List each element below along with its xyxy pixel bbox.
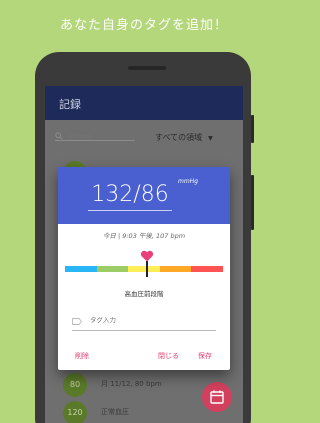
bp-category-scale xyxy=(65,266,223,272)
scale-segment xyxy=(65,266,97,272)
list-item-text: 正常血圧 xyxy=(101,408,129,416)
tag-input-row xyxy=(72,315,216,331)
app-bar: 記録 xyxy=(45,86,243,120)
heart-icon xyxy=(141,250,154,262)
app-title: 記録 xyxy=(59,98,81,111)
scale-segment xyxy=(128,266,160,272)
calendar-icon xyxy=(210,390,224,404)
reading-circle: 120 xyxy=(63,401,87,423)
close-button[interactable]: 閉じる xyxy=(158,351,179,361)
reading-circle: 80 xyxy=(63,373,87,397)
chevron-down-icon: ▼ xyxy=(208,135,213,142)
filter-bar: すべての領域 ▼ xyxy=(45,120,243,154)
scale-segment xyxy=(191,266,223,272)
tag-input[interactable] xyxy=(90,317,210,324)
blood-pressure-value[interactable]: 132/86 xyxy=(88,182,172,211)
phone-speaker xyxy=(128,66,166,70)
bp-stage-label: 高血圧前段階 xyxy=(124,290,164,298)
reading-timestamp: 今日 | 9:03 午後, 107 bpm xyxy=(102,232,186,240)
list-item-text: 月 11/12, 80 bpm xyxy=(101,380,162,388)
domain-filter-dropdown[interactable]: すべての領域 ▼ xyxy=(155,132,213,143)
scale-marker xyxy=(146,261,149,277)
scale-segment xyxy=(159,266,192,272)
delete-button[interactable]: 削除 xyxy=(75,351,89,361)
phone-volume-button xyxy=(251,175,254,230)
headline: あなた自身のタグを追加！ xyxy=(59,18,228,33)
tag-icon xyxy=(72,318,82,325)
dialog-header: 132/86 mmHg xyxy=(58,167,230,224)
save-button[interactable]: 保存 xyxy=(198,351,212,361)
reading-dialog: 132/86 mmHg 今日 | 9:03 午後, 107 bpm 高血圧前段階… xyxy=(58,167,230,370)
unit-label: mmHg xyxy=(178,178,199,185)
scale-segment xyxy=(96,266,129,272)
domain-filter-label: すべての領域 xyxy=(155,133,203,142)
tag-search-input[interactable] xyxy=(55,134,135,141)
phone-side-button xyxy=(251,115,254,143)
add-record-fab[interactable] xyxy=(202,382,232,412)
